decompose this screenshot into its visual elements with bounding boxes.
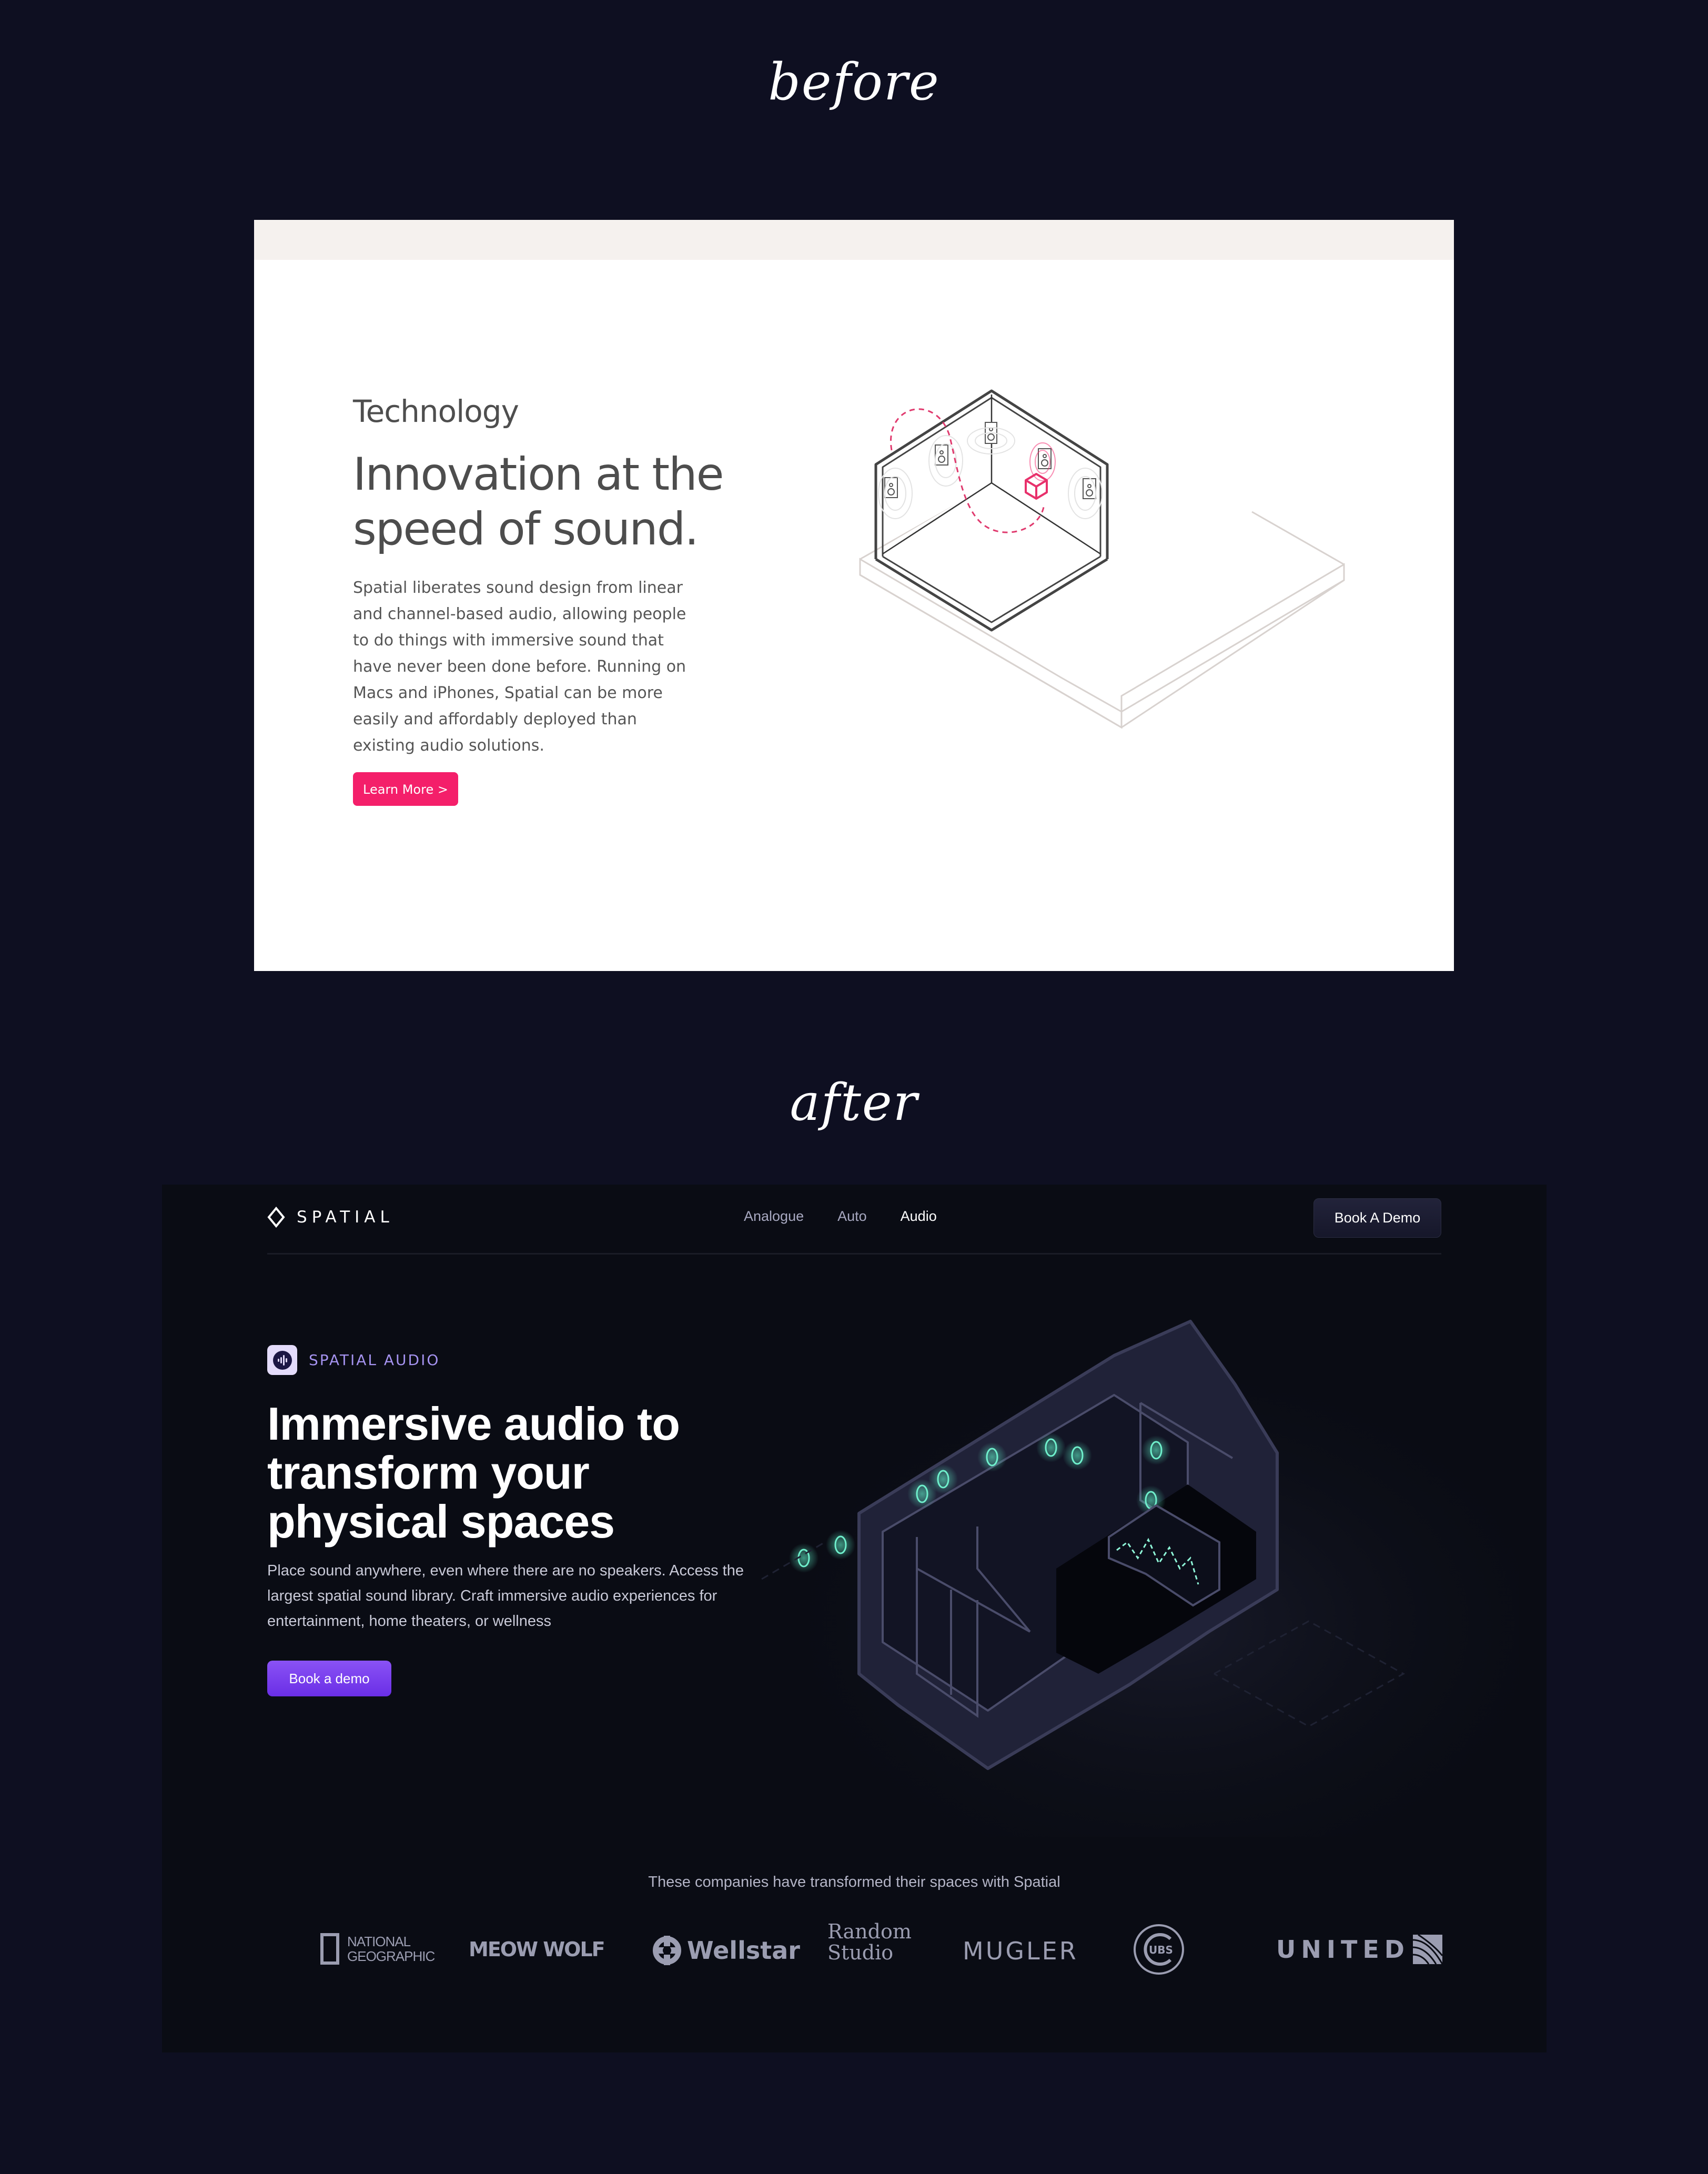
speaker-glow-icon bbox=[1036, 1433, 1066, 1462]
before-headline: Innovation at the speed of sound. bbox=[353, 448, 724, 555]
before-eyebrow: Technology bbox=[353, 393, 519, 429]
hero-headline: Immersive audio to transform your physic… bbox=[267, 1398, 680, 1548]
united-globe-icon bbox=[1412, 1935, 1442, 1964]
speaker-glow-icon bbox=[928, 1464, 958, 1494]
audio-waveform-icon bbox=[267, 1345, 297, 1375]
before-top-bar bbox=[254, 220, 1454, 260]
spatial-audio-badge: SPATIAL AUDIO bbox=[267, 1345, 440, 1375]
cubs-emblem-icon: UBS bbox=[1134, 1924, 1184, 1975]
speaker-glow-icon bbox=[1141, 1435, 1171, 1465]
natgeo-line1: NATIONAL bbox=[347, 1934, 411, 1949]
nav-link-audio[interactable]: Audio bbox=[901, 1208, 937, 1225]
isometric-room-illustration-icon bbox=[859, 389, 1345, 729]
speaker-icon bbox=[1083, 478, 1096, 499]
learn-more-button[interactable]: Learn More > bbox=[353, 772, 458, 806]
united-text: UNITED bbox=[1276, 1935, 1410, 1964]
clients-caption: These companies have transformed their s… bbox=[648, 1874, 1060, 1890]
svg-text:UBS: UBS bbox=[1149, 1944, 1173, 1956]
meow-wolf-logo: MEOW WOLF bbox=[469, 1938, 605, 1961]
nav-links: Analogue Auto Audio bbox=[744, 1208, 937, 1225]
wellstar-logo: Wellstar bbox=[652, 1935, 800, 1966]
badge-label: SPATIAL AUDIO bbox=[309, 1351, 440, 1369]
random-studio-line2: Studio bbox=[827, 1941, 894, 1964]
speaker-glow-icon bbox=[826, 1530, 855, 1560]
book-a-demo-nav-button[interactable]: Book A Demo bbox=[1313, 1198, 1441, 1238]
united-logo: UNITED bbox=[1276, 1935, 1442, 1964]
before-caption: before bbox=[768, 53, 940, 112]
logo-text: SPATIAL bbox=[297, 1208, 394, 1227]
speaker-icon bbox=[884, 477, 898, 498]
wellstar-text: Wellstar bbox=[687, 1936, 800, 1965]
spatial-logo[interactable]: SPATIAL bbox=[267, 1207, 394, 1228]
speaker-glow-icon bbox=[977, 1442, 1007, 1472]
after-screenshot: SPATIAL Analogue Auto Audio Book A Demo … bbox=[162, 1185, 1547, 2052]
random-studio-logo: Random Studio bbox=[827, 1921, 912, 1963]
speaker-glow-icon bbox=[789, 1543, 818, 1573]
client-logos: NATIONAL GEOGRAPHIC MEOW WOLF Wellstar R… bbox=[320, 1921, 1442, 1984]
book-a-demo-hero-button[interactable]: Book a demo bbox=[267, 1661, 391, 1696]
before-description: Spatial liberates sound design from line… bbox=[353, 579, 686, 755]
speaker-icon bbox=[935, 444, 948, 466]
mugler-logo: MUGLER bbox=[963, 1937, 1078, 1965]
natgeo-line2: GEOGRAPHIC bbox=[347, 1948, 435, 1964]
nav-link-auto[interactable]: Auto bbox=[837, 1208, 867, 1225]
diamond-logo-icon bbox=[267, 1207, 285, 1228]
top-navigation: SPATIAL Analogue Auto Audio Book A Demo bbox=[267, 1185, 1441, 1255]
cubs-logo: UBS bbox=[1133, 1923, 1185, 1976]
natgeo-frame-icon bbox=[320, 1933, 339, 1965]
hero-description: Place sound anywhere, even where there a… bbox=[267, 1562, 744, 1630]
before-screenshot: Technology Innovation at the speed of so… bbox=[254, 220, 1454, 971]
speaker-glow-icon bbox=[1063, 1441, 1092, 1470]
national-geographic-logo: NATIONAL GEOGRAPHIC bbox=[320, 1933, 435, 1965]
isometric-dark-room-illustration-icon bbox=[741, 1306, 1519, 1837]
nav-link-analogue[interactable]: Analogue bbox=[744, 1208, 804, 1225]
wellstar-mark-icon bbox=[653, 1936, 681, 1965]
random-studio-line1: Random bbox=[827, 1920, 912, 1943]
after-caption: after bbox=[790, 1073, 918, 1132]
